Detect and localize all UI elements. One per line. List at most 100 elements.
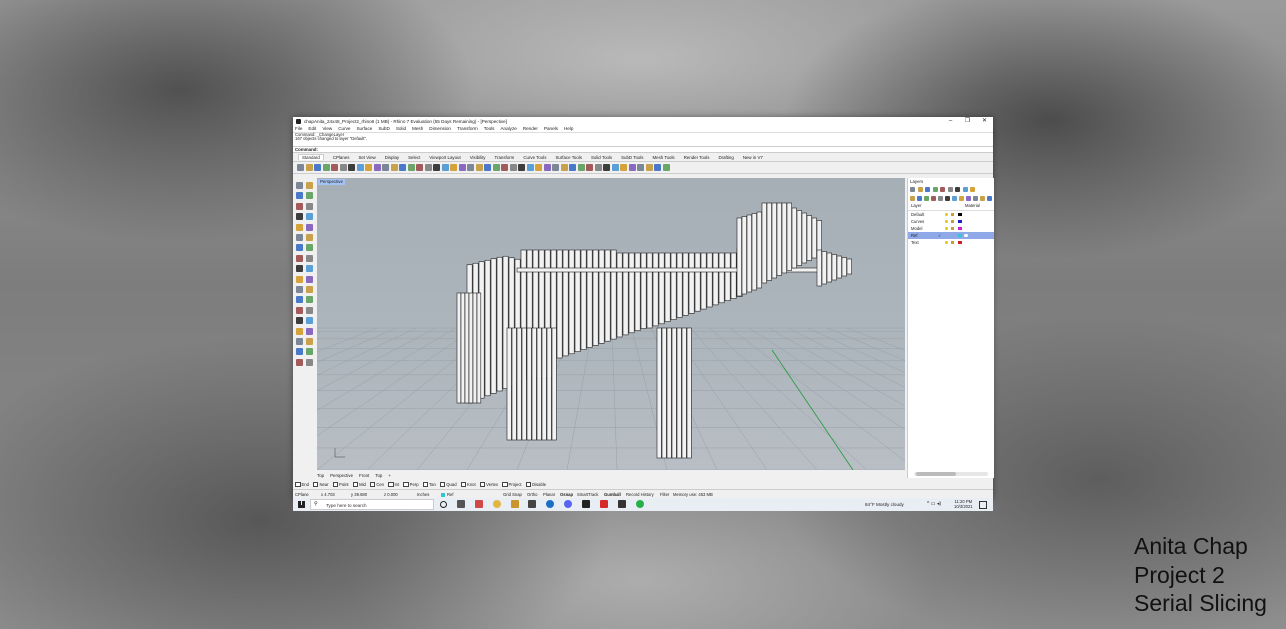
tab-display[interactable]: Display xyxy=(385,155,399,160)
left-tool-icon[interactable] xyxy=(296,286,303,293)
layer-color-swatch[interactable] xyxy=(958,233,962,238)
left-tool-icon[interactable] xyxy=(306,358,313,366)
left-tool-icon[interactable] xyxy=(296,254,303,262)
toolbar-tool-icon[interactable] xyxy=(441,164,449,171)
lock-icon[interactable] xyxy=(951,220,954,223)
left-tool-icon[interactable] xyxy=(306,192,313,200)
lock-icon[interactable] xyxy=(951,241,954,244)
tab-cplanes[interactable]: CPlanes xyxy=(333,155,350,160)
status-units[interactable]: Inches xyxy=(417,492,429,497)
tab-curve-tools[interactable]: Curve Tools xyxy=(523,155,546,160)
minimize-button[interactable]: – xyxy=(942,117,959,125)
toolbar-tool-icon[interactable] xyxy=(594,164,602,171)
toolbar-tool-icon[interactable] xyxy=(424,164,432,171)
toolbar-tool-icon[interactable] xyxy=(458,164,466,171)
osnap-end[interactable]: End xyxy=(295,481,309,488)
lightbulb-icon[interactable] xyxy=(945,213,948,216)
toolbar-tool-icon[interactable] xyxy=(543,164,551,171)
left-tool-icon[interactable] xyxy=(306,244,313,252)
left-tool-icon[interactable] xyxy=(306,202,313,210)
menu-help[interactable]: Help xyxy=(564,126,573,131)
status-gumball[interactable]: Gumball xyxy=(604,492,621,497)
file-explorer-icon[interactable] xyxy=(511,500,519,508)
left-tool-icon[interactable] xyxy=(296,306,303,314)
menu-render[interactable]: Render xyxy=(523,126,538,131)
left-tool-icon[interactable] xyxy=(306,296,313,304)
left-tool-icon[interactable] xyxy=(296,338,303,345)
toolbar-tool-icon[interactable] xyxy=(509,164,517,171)
toolbar-tool-icon[interactable] xyxy=(569,164,576,171)
layer-tool-icon[interactable] xyxy=(952,195,957,201)
toolbar-tool-icon[interactable] xyxy=(637,164,644,171)
toolbar-tool-icon[interactable] xyxy=(560,164,568,171)
toolbar-tool-icon[interactable] xyxy=(331,164,338,171)
layer-tool-icon[interactable] xyxy=(987,195,992,201)
menu-subd[interactable]: SubD xyxy=(378,126,390,131)
toolbar-tool-icon[interactable] xyxy=(373,164,381,171)
left-tool-icon[interactable] xyxy=(296,358,303,366)
material-icon[interactable] xyxy=(964,233,968,238)
toolbar-tool-icon[interactable] xyxy=(484,164,491,171)
menu-transform[interactable]: Transform xyxy=(457,126,478,131)
rhino-taskbar-icon[interactable] xyxy=(618,500,626,508)
app-icon-3[interactable] xyxy=(600,500,608,508)
toolbar-tool-icon[interactable] xyxy=(407,164,415,171)
layer-tool-icon[interactable] xyxy=(973,195,978,201)
osnap-quad[interactable]: Quad xyxy=(439,481,457,488)
store-icon[interactable] xyxy=(528,500,536,508)
toolbar-tool-icon[interactable] xyxy=(356,164,364,171)
menu-tools[interactable]: Tools xyxy=(484,126,495,131)
menu-dimension[interactable]: Dimension xyxy=(429,126,451,131)
toolbar-tool-icon[interactable] xyxy=(322,164,330,171)
steam-icon[interactable] xyxy=(546,500,554,508)
toolbar-tool-icon[interactable] xyxy=(501,164,508,171)
tab-perspective[interactable]: Perspective xyxy=(330,473,353,478)
left-tool-icon[interactable] xyxy=(306,275,313,283)
layer-tool-icon[interactable] xyxy=(966,195,971,201)
layer-tool-icon[interactable] xyxy=(932,186,938,192)
layer-row-ref[interactable]: Ref ✓ xyxy=(908,232,994,239)
notifications-icon[interactable] xyxy=(979,501,987,509)
scrollbar-thumb[interactable] xyxy=(916,472,956,476)
layer-tool-icon[interactable] xyxy=(947,186,953,192)
app-icon-2[interactable] xyxy=(582,500,590,508)
left-tool-icon[interactable] xyxy=(296,317,303,325)
left-tool-icon[interactable] xyxy=(306,348,313,356)
toolbar-tool-icon[interactable] xyxy=(586,164,593,171)
taskbar-search-input[interactable]: Type here to search xyxy=(310,499,434,510)
layer-tool-icon[interactable] xyxy=(980,195,985,201)
menu-curve[interactable]: Curve xyxy=(338,126,350,131)
layer-row-default[interactable]: Default xyxy=(908,211,994,218)
app-icon[interactable] xyxy=(475,500,483,508)
layer-tool-icon[interactable] xyxy=(917,186,923,192)
command-prompt[interactable]: Command: xyxy=(293,146,993,153)
toolbar-tool-icon[interactable] xyxy=(305,164,313,171)
left-tool-icon[interactable] xyxy=(296,348,303,356)
toolbar-tool-icon[interactable] xyxy=(365,164,372,171)
status-osnap[interactable]: Osnap xyxy=(560,492,573,497)
menu-panels[interactable]: Panels xyxy=(544,126,558,131)
tab-standard[interactable]: Standard xyxy=(298,154,324,160)
tab-drafting[interactable]: Drafting xyxy=(718,155,733,160)
left-tool-icon[interactable] xyxy=(296,275,303,283)
discord-icon[interactable] xyxy=(564,500,572,508)
tab-viewport-layout[interactable]: Viewport Layout xyxy=(429,155,460,160)
tab-set-view[interactable]: Set View xyxy=(358,155,375,160)
col-layer[interactable]: Layer xyxy=(911,203,921,210)
windows-start-icon[interactable] xyxy=(298,501,305,508)
osnap-disable[interactable]: Disable xyxy=(525,481,546,488)
tab-render-tools[interactable]: Render Tools xyxy=(684,155,710,160)
toolbar-tool-icon[interactable] xyxy=(526,164,534,171)
menu-view[interactable]: View xyxy=(322,126,332,131)
toolbar-tool-icon[interactable] xyxy=(662,164,670,171)
lock-icon[interactable] xyxy=(951,227,954,230)
menu-solid[interactable]: Solid xyxy=(396,126,406,131)
osnap-point[interactable]: Point xyxy=(332,481,349,488)
tab-subd-tools[interactable]: SubD Tools xyxy=(621,155,643,160)
toolbar-tool-icon[interactable] xyxy=(390,164,398,171)
close-button[interactable]: ✕ xyxy=(976,117,993,125)
left-tool-icon[interactable] xyxy=(296,182,303,189)
layer-tool-icon[interactable] xyxy=(925,186,930,192)
toolbar-tool-icon[interactable] xyxy=(535,164,542,171)
layer-row-curves[interactable]: Curves xyxy=(908,218,994,225)
